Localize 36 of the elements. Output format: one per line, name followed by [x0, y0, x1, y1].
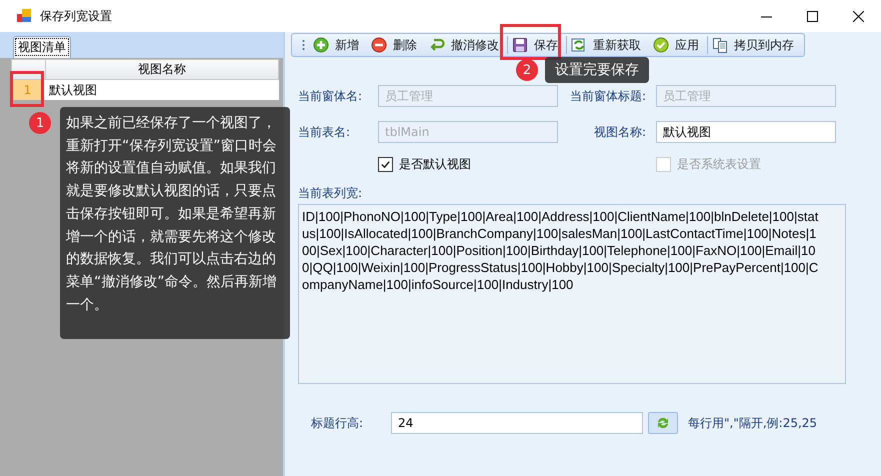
- field-label: 当前表列宽:: [298, 185, 364, 202]
- checkmark-icon: [380, 158, 391, 170]
- window-title: 保存列宽设置: [40, 8, 113, 24]
- toolbar-button[interactable]: 拷贝到内存: [708, 34, 802, 56]
- table-cell-text: 默认视图: [48, 82, 98, 99]
- field-label: 标题行高:: [311, 414, 364, 432]
- field-label: 当前表名:: [298, 124, 352, 140]
- app-icon: [16, 8, 32, 24]
- checkbox[interactable]: 是否默认视图: [378, 153, 558, 175]
- hint-text: 每行用","隔开,例:25,25: [688, 414, 818, 432]
- maximize-icon: [806, 10, 818, 22]
- tab[interactable]: 视图清单: [13, 36, 71, 58]
- text-field[interactable]: 24: [391, 412, 643, 434]
- refresh-icon: [571, 37, 587, 53]
- text-area[interactable]: ID|100|PhonoNO|100|Type|100|Area|100|Address|100|ClientName|100|blnDelete|100|status|100|IsAllocated|100|BranchCompany|100|salesMan|100|LastContactTime|100|Notes|100|Sex|100|Character|100|Position|100|Birthday|100|Telephone|100|FaxNO|100|Email|100|QQ|100|Weixin|100|ProgressStatus|100|Hobby|100|Specialty|100|PrePayPercent|100|CompanyName|100|infoSource|100|Industry|100: [298, 204, 846, 384]
- toolbar-button[interactable]: 新增: [309, 34, 367, 56]
- undo-arrow-icon: [429, 37, 445, 53]
- field-label: 当前窗体标题:: [568, 88, 647, 104]
- checkmark-icon: [653, 37, 669, 53]
- toolbar-button[interactable]: 应用: [649, 34, 707, 56]
- refresh-icon: [655, 415, 671, 431]
- field-label: 视图名称:: [592, 124, 647, 140]
- tooltip: 如果之前已经保存了一个视图了，重新打开“保存列宽设置”窗口时会将新的设置值自动赋值。如果我们就是要修改默认视图的话，只要点击保存按钮即可。如果是希望再新增一个的话，就需要先将这个修改的数据恢复。我们可以点击右边的菜单“撤消修改”命令。然后再新增一个。: [60, 107, 290, 339]
- toolbar-button[interactable]: 保存: [508, 34, 566, 56]
- minus-icon: [371, 37, 387, 53]
- plus-icon: [313, 37, 329, 53]
- toolbar-button[interactable]: 删除: [367, 34, 425, 56]
- close-icon: [852, 10, 864, 22]
- copy-documents-icon: [712, 37, 728, 53]
- highlight-frame: [10, 71, 44, 107]
- toolbar-button[interactable]: 撤消修改: [425, 34, 507, 56]
- toolbar-button[interactable]: 重新获取: [567, 34, 649, 56]
- text-field[interactable]: 默认视图: [656, 121, 836, 143]
- tooltip: 设置完要保存: [545, 57, 649, 83]
- grip-icon: [302, 39, 305, 51]
- field-label: 当前窗体名:: [298, 88, 364, 104]
